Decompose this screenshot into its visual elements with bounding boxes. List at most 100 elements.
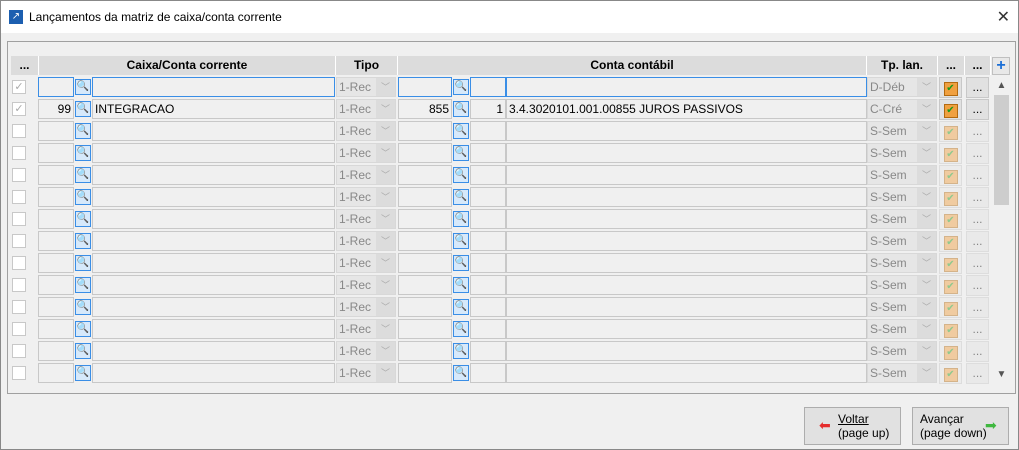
header-tplan[interactable]: Tp. lan. bbox=[867, 56, 938, 75]
next-button[interactable]: Avançar (page down) ➡ bbox=[912, 407, 1009, 445]
caixa-name-input[interactable] bbox=[92, 297, 335, 317]
tplan-select[interactable]: S-Sem ﹀ bbox=[867, 363, 937, 383]
conta-code-input[interactable] bbox=[398, 187, 452, 207]
scrollbar[interactable]: ▲ ▼ bbox=[993, 77, 1010, 383]
tipo-select[interactable]: 1-Rec ﹀ bbox=[336, 275, 396, 295]
tipo-select[interactable]: 1-Rec ﹀ bbox=[336, 231, 396, 251]
search-icon[interactable]: 🔍 bbox=[75, 79, 91, 95]
search-icon[interactable]: 🔍 bbox=[75, 233, 91, 249]
tplan-select[interactable]: S-Sem ﹀ bbox=[867, 121, 937, 141]
conta-sub-input[interactable] bbox=[470, 143, 506, 163]
row-checkbox[interactable] bbox=[12, 322, 26, 336]
conta-code-input[interactable] bbox=[398, 209, 452, 229]
tplan-select[interactable]: S-Sem ﹀ bbox=[867, 275, 937, 295]
search-icon[interactable]: 🔍 bbox=[453, 123, 469, 139]
tplan-select[interactable]: S-Sem ﹀ bbox=[867, 319, 937, 339]
clipboard-check-button[interactable]: ✔ bbox=[939, 319, 962, 340]
conta-sub-input[interactable] bbox=[470, 187, 506, 207]
row-checkbox[interactable]: ✓ bbox=[12, 80, 26, 94]
row-checkbox[interactable] bbox=[12, 234, 26, 248]
conta-sub-input[interactable] bbox=[470, 77, 506, 97]
row-checkbox[interactable] bbox=[12, 168, 26, 182]
conta-sub-input[interactable] bbox=[470, 165, 506, 185]
caixa-name-input[interactable] bbox=[92, 209, 335, 229]
more-button[interactable]: ... bbox=[966, 363, 989, 384]
tipo-select[interactable]: 1-Rec ﹀ bbox=[336, 253, 396, 273]
header-tipo[interactable]: Tipo bbox=[336, 56, 398, 75]
caixa-name-input[interactable] bbox=[92, 165, 335, 185]
clipboard-check-button[interactable]: ✔ bbox=[939, 165, 962, 186]
search-icon[interactable]: 🔍 bbox=[75, 299, 91, 315]
caixa-code-input[interactable] bbox=[38, 143, 74, 163]
scroll-down-icon[interactable]: ▼ bbox=[993, 366, 1010, 383]
tipo-select[interactable]: 1-Rec ﹀ bbox=[336, 363, 396, 383]
row-checkbox[interactable] bbox=[12, 366, 26, 380]
header-btn2[interactable]: ... bbox=[965, 56, 991, 75]
search-icon[interactable]: 🔍 bbox=[453, 211, 469, 227]
conta-desc-input[interactable] bbox=[506, 275, 867, 295]
conta-desc-input[interactable] bbox=[506, 319, 867, 339]
search-icon[interactable]: 🔍 bbox=[75, 255, 91, 271]
conta-desc-input[interactable] bbox=[506, 209, 867, 229]
clipboard-check-button[interactable]: ✔ bbox=[939, 297, 962, 318]
search-icon[interactable]: 🔍 bbox=[75, 365, 91, 381]
conta-code-input[interactable] bbox=[398, 143, 452, 163]
search-icon[interactable]: 🔍 bbox=[453, 277, 469, 293]
tipo-select[interactable]: 1-Rec ﹀ bbox=[336, 99, 396, 119]
conta-desc-input[interactable] bbox=[506, 341, 867, 361]
conta-code-input[interactable]: 855 bbox=[398, 99, 452, 119]
caixa-code-input[interactable] bbox=[38, 275, 74, 295]
caixa-code-input[interactable] bbox=[38, 209, 74, 229]
row-checkbox[interactable] bbox=[12, 256, 26, 270]
search-icon[interactable]: 🔍 bbox=[453, 101, 469, 117]
more-button[interactable]: ... bbox=[966, 275, 989, 296]
row-checkbox[interactable] bbox=[12, 300, 26, 314]
search-icon[interactable]: 🔍 bbox=[75, 123, 91, 139]
header-conta[interactable]: Conta contábil bbox=[398, 56, 867, 75]
scroll-up-icon[interactable]: ▲ bbox=[993, 77, 1010, 94]
conta-code-input[interactable] bbox=[398, 121, 452, 141]
caixa-code-input[interactable] bbox=[38, 319, 74, 339]
caixa-name-input[interactable] bbox=[92, 363, 335, 383]
row-checkbox[interactable] bbox=[12, 212, 26, 226]
more-button[interactable]: ... bbox=[966, 341, 989, 362]
search-icon[interactable]: 🔍 bbox=[453, 145, 469, 161]
search-icon[interactable]: 🔍 bbox=[453, 189, 469, 205]
conta-sub-input[interactable] bbox=[470, 253, 506, 273]
search-icon[interactable]: 🔍 bbox=[453, 343, 469, 359]
back-button[interactable]: ⬅ Voltar (page up) bbox=[804, 407, 901, 445]
row-checkbox[interactable]: ✓ bbox=[12, 102, 26, 116]
caixa-code-input[interactable] bbox=[38, 165, 74, 185]
clipboard-check-button[interactable]: ✔ bbox=[939, 275, 962, 296]
conta-desc-input[interactable] bbox=[506, 77, 867, 97]
caixa-name-input[interactable] bbox=[92, 253, 335, 273]
search-icon[interactable]: 🔍 bbox=[75, 343, 91, 359]
close-button[interactable]: ✕ bbox=[997, 7, 1010, 27]
search-icon[interactable]: 🔍 bbox=[453, 321, 469, 337]
conta-code-input[interactable] bbox=[398, 77, 452, 97]
header-select[interactable]: ... bbox=[11, 56, 39, 75]
search-icon[interactable]: 🔍 bbox=[453, 233, 469, 249]
more-button[interactable]: ... bbox=[966, 253, 989, 274]
caixa-code-input[interactable] bbox=[38, 77, 74, 97]
conta-code-input[interactable] bbox=[398, 231, 452, 251]
caixa-name-input[interactable] bbox=[92, 231, 335, 251]
conta-desc-input[interactable] bbox=[506, 187, 867, 207]
caixa-name-input[interactable] bbox=[92, 319, 335, 339]
conta-desc-input[interactable] bbox=[506, 297, 867, 317]
caixa-code-input[interactable] bbox=[38, 121, 74, 141]
tipo-select[interactable]: 1-Rec ﹀ bbox=[336, 121, 396, 141]
conta-sub-input[interactable] bbox=[470, 341, 506, 361]
search-icon[interactable]: 🔍 bbox=[75, 189, 91, 205]
conta-sub-input[interactable] bbox=[470, 209, 506, 229]
search-icon[interactable]: 🔍 bbox=[75, 211, 91, 227]
caixa-code-input[interactable] bbox=[38, 297, 74, 317]
conta-code-input[interactable] bbox=[398, 275, 452, 295]
tplan-select[interactable]: S-Sem ﹀ bbox=[867, 341, 937, 361]
more-button[interactable]: ... bbox=[966, 121, 989, 142]
tplan-select[interactable]: D-Déb ﹀ bbox=[867, 77, 937, 97]
tipo-select[interactable]: 1-Rec ﹀ bbox=[336, 297, 396, 317]
search-icon[interactable]: 🔍 bbox=[453, 255, 469, 271]
conta-desc-input[interactable] bbox=[506, 143, 867, 163]
search-icon[interactable]: 🔍 bbox=[453, 299, 469, 315]
